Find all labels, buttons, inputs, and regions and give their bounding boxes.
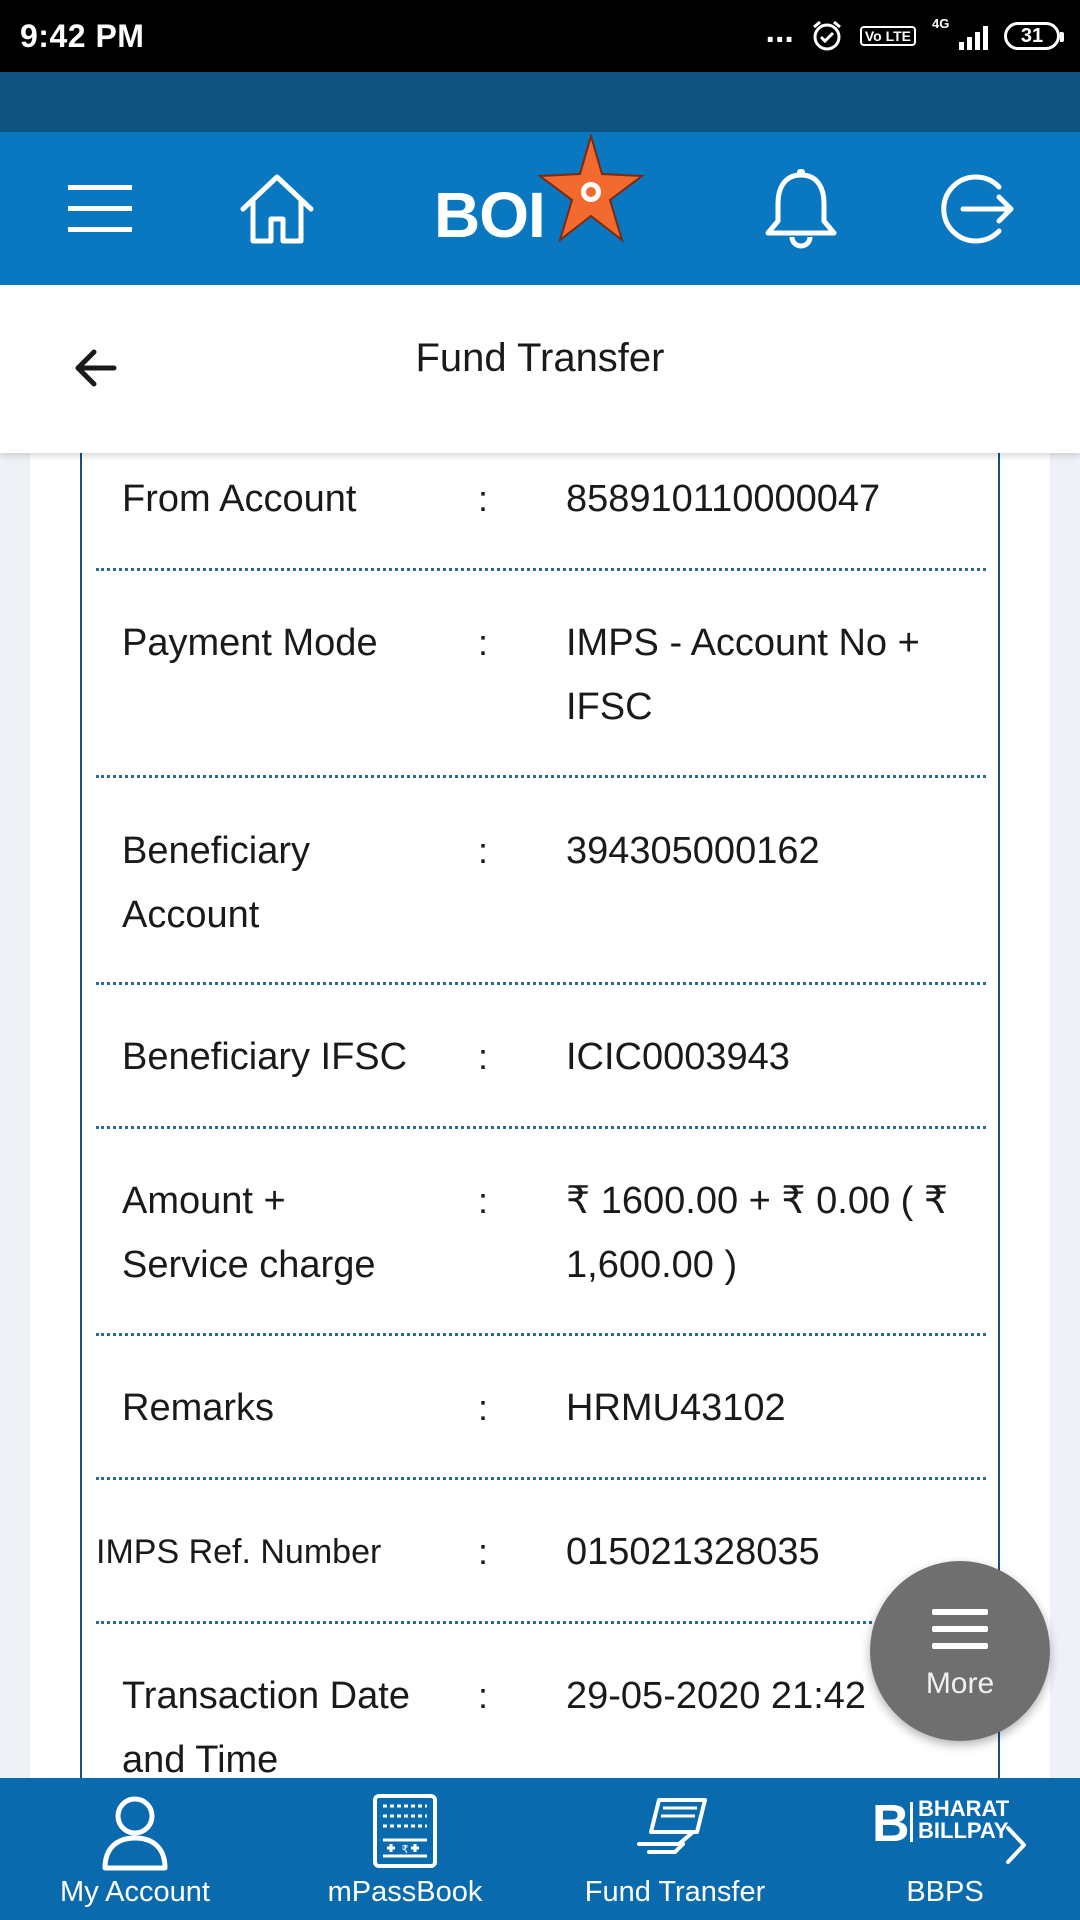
transaction-details-card: From Account : 858910110000047 Payment M… [80,453,1000,1778]
bbps-logo-line2: BILLPAY [918,1818,1009,1843]
star-icon [537,134,645,243]
detail-label: Transaction Date and Time [122,1675,410,1778]
more-dots-icon: ... [765,12,794,50]
person-icon [102,1796,168,1871]
nav-label: Fund Transfer [584,1876,766,1908]
chevron-right-icon[interactable] [1002,1820,1032,1870]
passbook-icon: ₹ [373,1794,437,1868]
row-divider [96,982,986,985]
notification-bell-icon[interactable] [756,164,846,254]
alarm-icon [812,20,841,51]
detail-label: Beneficiary IFSC [122,1036,408,1078]
detail-value: HRMU43102 [566,1387,786,1429]
detail-separator: : [478,622,489,663]
status-icons: ... Vo LTE 4G 31 [766,14,1064,53]
nav-label: My Account [60,1876,210,1908]
detail-value: ICIC0003943 [566,1036,790,1078]
logout-icon[interactable] [932,164,1022,254]
detail-value: 858910110000047 [566,478,881,520]
menu-lines-icon [932,1609,988,1660]
more-label: More [925,1667,995,1700]
row-divider [96,775,986,778]
detail-label: IMPS Ref. Number [96,1533,382,1571]
home-icon[interactable] [232,164,322,254]
detail-separator: : [478,1387,489,1428]
logo-text: BOI [434,179,546,251]
row-divider [96,568,986,571]
row-divider [96,1126,986,1129]
detail-value: ₹ 1600.00 + ₹ 0.00 ( ₹ 1,600.00 ) [566,1180,949,1286]
detail-separator: : [478,1675,489,1716]
network-type: 4G [932,16,950,31]
more-button[interactable]: More [870,1561,1050,1741]
top-strip [0,72,1080,132]
svg-text:₹: ₹ [402,1843,409,1856]
signal-icon: 4G [932,16,988,52]
detail-value: 394305000162 [566,830,820,872]
nav-label: mPassBook [327,1876,483,1908]
fund-transfer-icon [637,1798,707,1854]
bottom-nav: My Account ₹ mPassBook Fund Transfer BBP… [0,1778,1080,1920]
detail-separator: : [478,830,489,871]
row-divider [96,1477,986,1480]
menu-icon[interactable] [56,164,146,254]
detail-separator: : [478,1531,489,1572]
status-time: 9:42 PM [20,17,145,54]
app-header: BOI [0,132,1080,285]
nav-mpassbook[interactable]: ₹ mPassBook [270,1778,540,1920]
boi-logo: BOI [430,132,660,285]
detail-label: Payment Mode [122,622,378,664]
nav-my-account[interactable]: My Account [0,1778,270,1920]
detail-label: From Account [122,478,357,520]
row-divider [96,1621,986,1624]
detail-label: Amount + Service charge [122,1180,376,1286]
volte-icon: Vo LTE [859,26,916,46]
bharat-billpay-icon: B BHARAT BILLPAY [872,1795,1010,1853]
row-divider [96,1333,986,1336]
detail-label: Remarks [122,1387,275,1429]
detail-separator: : [478,1036,489,1077]
detail-label: Beneficiary Account [122,830,310,936]
detail-value: IMPS - Account No + IFSC [566,622,920,728]
battery-icon: 31 [1004,22,1064,50]
detail-separator: : [478,1180,489,1221]
status-bar: 9:42 PM ... Vo LTE 4G 31 [0,0,1080,72]
nav-label: BBPS [906,1876,984,1908]
detail-separator: : [478,478,489,519]
bbps-logo-line1: BHARAT [918,1796,1010,1821]
nav-fund-transfer[interactable]: Fund Transfer [540,1778,810,1920]
page-title: Fund Transfer [415,336,665,380]
